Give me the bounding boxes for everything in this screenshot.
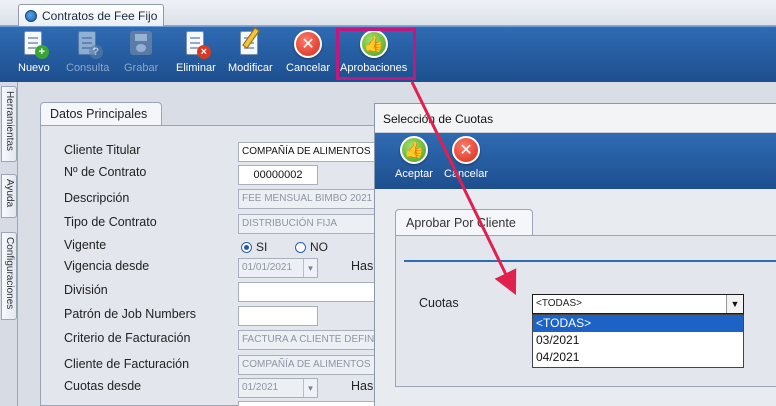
- cuotas-label: Cuotas: [419, 296, 459, 310]
- cuotas-desde-date[interactable]: 01/2021 ▼: [238, 378, 318, 398]
- numero-contrato-field[interactable]: 00000002: [238, 165, 318, 185]
- query-document-icon: ?: [73, 29, 103, 59]
- dialog-cancelar-label: Cancelar: [444, 168, 489, 180]
- vigencia-desde-value: 01/01/2021: [242, 262, 293, 273]
- dialog-cancelar-button[interactable]: ✕ Cancelar: [444, 135, 488, 185]
- cancelar-label: Cancelar: [286, 62, 331, 74]
- cuotas-option[interactable]: 03/2021: [533, 332, 743, 349]
- tab-title: Contratos de Fee Fijo: [42, 9, 158, 23]
- radio-selected-icon: [241, 241, 252, 253]
- division-field[interactable]: [238, 282, 376, 302]
- app-logo-icon: [25, 10, 37, 22]
- vigencia-desde-date[interactable]: 01/01/2021 ▼: [238, 258, 318, 278]
- tab-aprobar-por-cliente[interactable]: Aprobar Por Cliente: [395, 209, 533, 236]
- tab-datos-principales[interactable]: Datos Principales: [40, 102, 162, 126]
- radio-unselected-icon: [295, 241, 306, 253]
- dialog-title: Selección de Cuotas: [375, 104, 776, 133]
- cancel-icon: ✕: [293, 29, 323, 59]
- tipo-contrato-field[interactable]: DISTRIBUCIÓN FIJA: [238, 214, 376, 234]
- side-tab-ayuda[interactable]: Ayuda: [1, 174, 17, 218]
- edit-document-icon: [235, 27, 265, 59]
- modificar-label: Modificar: [228, 62, 273, 74]
- chevron-down-icon[interactable]: ▼: [726, 295, 743, 313]
- eliminar-button[interactable]: × Eliminar: [176, 29, 216, 79]
- descripcion-label: Descripción: [64, 191, 130, 205]
- cuotas-select-value: <TODAS>: [536, 298, 582, 309]
- grabar-label: Grabar: [124, 62, 159, 74]
- aprobaciones-highlight-box: [336, 28, 416, 80]
- grabar-button[interactable]: Grabar: [124, 29, 158, 79]
- cliente-titular-label: Cliente Titular: [64, 143, 141, 157]
- consulta-button[interactable]: ? Consulta: [66, 29, 109, 79]
- vigencia-desde-label: Vigencia desde: [64, 259, 150, 273]
- tipo-contrato-label: Tipo de Contrato: [64, 215, 157, 229]
- numero-contrato-label: Nº de Contrato: [64, 165, 147, 179]
- chevron-down-icon: ▼: [303, 379, 317, 397]
- cuotas-option[interactable]: 04/2021: [533, 349, 743, 366]
- patron-job-field[interactable]: [238, 306, 318, 326]
- aceptar-button[interactable]: 👍 Aceptar: [395, 135, 433, 185]
- side-tab-configuraciones[interactable]: Configuraciones: [1, 232, 17, 320]
- criterio-facturacion-label: Criterio de Facturación: [64, 331, 191, 345]
- patron-job-label: Patrón de Job Numbers: [64, 307, 197, 321]
- cuotas-desde-value: 01/2021: [242, 382, 279, 393]
- eliminar-label: Eliminar: [176, 62, 216, 74]
- seleccion-cuotas-dialog: Selección de Cuotas 👍 Aceptar ✕ Cancelar…: [374, 103, 776, 406]
- vigente-no-label: NO: [310, 240, 328, 254]
- vigente-si-radio[interactable]: SI: [241, 240, 267, 254]
- vigencia-hasta-label: Has: [351, 259, 374, 273]
- side-tab-herramientas[interactable]: Herramientas: [1, 86, 17, 162]
- cliente-titular-field[interactable]: COMPAÑÍA DE ALIMENTOS F: [238, 142, 376, 162]
- cuotas-hasta-label: Has: [351, 379, 374, 393]
- cancel-icon: ✕: [451, 135, 481, 165]
- dialog-toolbar: 👍 Aceptar ✕ Cancelar: [375, 133, 776, 189]
- next-field-partial[interactable]: [238, 401, 376, 406]
- chevron-down-icon: ▼: [303, 259, 317, 277]
- cliente-facturacion-field[interactable]: COMPAÑÍA DE ALIMENTOS F: [238, 355, 376, 375]
- cancelar-button[interactable]: ✕ Cancelar: [286, 29, 330, 79]
- document-tab-strip: Contratos de Fee Fijo: [0, 0, 776, 27]
- delete-document-icon: ×: [181, 29, 211, 59]
- cuotas-select[interactable]: <TODAS> ▼: [532, 294, 744, 314]
- vigente-label: Vigente: [64, 238, 107, 252]
- descripcion-field[interactable]: FEE MENSUAL BIMBO 2021: [238, 189, 376, 209]
- modificar-button[interactable]: Modificar: [228, 27, 273, 79]
- tab-contratos-fee-fijo[interactable]: Contratos de Fee Fijo: [18, 4, 164, 27]
- division-label: División: [64, 283, 108, 297]
- cliente-facturacion-label: Cliente de Facturación: [64, 357, 190, 371]
- thumbs-up-icon: 👍: [399, 135, 429, 165]
- save-floppy-icon: [126, 29, 156, 59]
- vigente-no-radio[interactable]: NO: [295, 240, 328, 254]
- aceptar-label: Aceptar: [395, 168, 433, 180]
- new-document-icon: +: [19, 29, 49, 59]
- cuotas-option[interactable]: <TODAS>: [533, 315, 743, 332]
- cuotas-dropdown-list: <TODAS> 03/2021 04/2021: [532, 314, 744, 368]
- cuotas-desde-label: Cuotas desde: [64, 379, 142, 393]
- vigente-si-label: SI: [256, 240, 268, 254]
- side-tabs: Herramientas Ayuda Configuraciones: [0, 82, 18, 406]
- app-window: Contratos de Fee Fijo + Nuevo ? Consulta…: [0, 0, 776, 406]
- consulta-label: Consulta: [66, 62, 110, 74]
- nuevo-label: Nuevo: [18, 62, 50, 74]
- criterio-facturacion-field[interactable]: FACTURA A CLIENTE DEFINI: [238, 330, 376, 350]
- divider: [404, 260, 776, 262]
- nuevo-button[interactable]: + Nuevo: [18, 29, 50, 79]
- aprobar-por-cliente-panel: Cuotas <TODAS> ▼ <TODAS> 03/2021 04/2021: [395, 235, 776, 387]
